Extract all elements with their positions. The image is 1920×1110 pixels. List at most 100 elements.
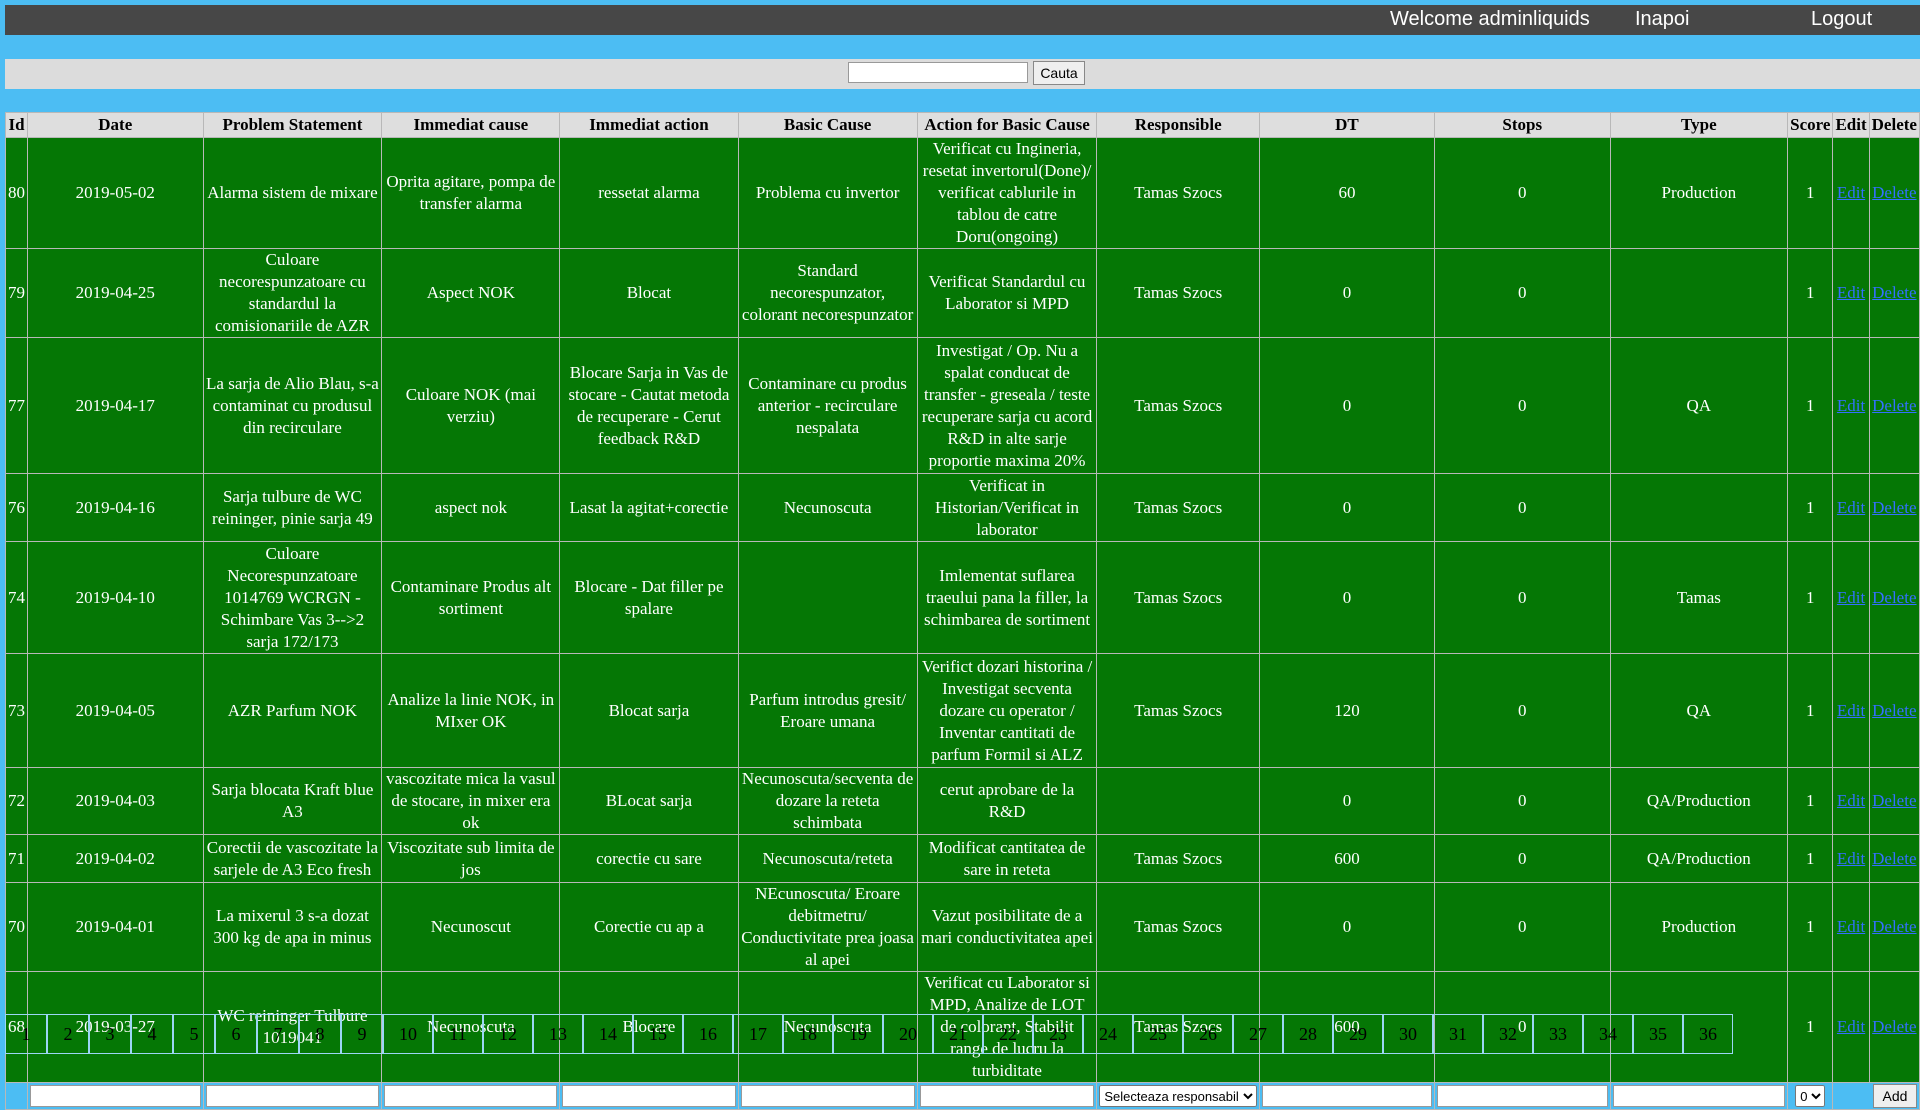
- cell-action: corectie cu sare: [559, 834, 739, 883]
- delete-link[interactable]: Delete: [1872, 283, 1916, 302]
- delete-link[interactable]: Delete: [1872, 791, 1916, 810]
- delete-link[interactable]: Delete: [1872, 183, 1916, 202]
- page-link[interactable]: 10: [383, 1014, 433, 1054]
- page-link[interactable]: 4: [131, 1014, 173, 1054]
- page-link[interactable]: 26: [1183, 1014, 1233, 1054]
- cell-problem: Alarma sistem de mixare: [202, 137, 383, 249]
- cell-id: 79: [5, 248, 28, 338]
- new-action-input[interactable]: [562, 1085, 736, 1108]
- page-link[interactable]: 1: [5, 1014, 47, 1054]
- page-link[interactable]: 12: [483, 1014, 533, 1054]
- page-link[interactable]: 9: [341, 1014, 383, 1054]
- new-stops-input[interactable]: [1437, 1085, 1608, 1108]
- edit-link[interactable]: Edit: [1837, 283, 1865, 302]
- delete-link[interactable]: Delete: [1872, 396, 1916, 415]
- edit-link[interactable]: Edit: [1837, 498, 1865, 517]
- cell-problem: AZR Parfum NOK: [202, 653, 383, 768]
- edit-link[interactable]: Edit: [1837, 1017, 1865, 1036]
- page-link[interactable]: 29: [1333, 1014, 1383, 1054]
- new-basic-action-input[interactable]: [919, 1085, 1095, 1108]
- cell-basic: Necunoscuta/secventa de dozare la reteta…: [737, 767, 918, 835]
- delete-link[interactable]: Delete: [1872, 588, 1916, 607]
- delete-link[interactable]: Delete: [1872, 1017, 1916, 1036]
- cell-stops: 0: [1434, 473, 1611, 542]
- page-link[interactable]: 2: [47, 1014, 89, 1054]
- page-link[interactable]: 28: [1283, 1014, 1333, 1054]
- table-row: 80 2019-05-02 Alarma sistem de mixare Oprit…: [5, 137, 1920, 249]
- page-link[interactable]: 18: [783, 1014, 833, 1054]
- cell-problem: La sarja de Alio Blau, s-a contaminat cu…: [202, 337, 383, 474]
- page-link[interactable]: 30: [1383, 1014, 1433, 1054]
- page-link[interactable]: 17: [733, 1014, 783, 1054]
- edit-link[interactable]: Edit: [1837, 588, 1865, 607]
- new-dt-input[interactable]: [1261, 1085, 1432, 1108]
- new-basic-cause-input[interactable]: [740, 1085, 915, 1108]
- edit-link[interactable]: Edit: [1837, 849, 1865, 868]
- new-date-input[interactable]: [30, 1085, 201, 1108]
- page-link[interactable]: 13: [533, 1014, 583, 1054]
- edit-link[interactable]: Edit: [1837, 701, 1865, 720]
- page-link[interactable]: 5: [173, 1014, 215, 1054]
- cell-action: Blocare Sarja in Vas de stocare - Cautat…: [559, 337, 739, 474]
- delete-link[interactable]: Delete: [1872, 701, 1916, 720]
- table-row: 76 2019-04-16 Sarja tulbure de WC reininge…: [5, 473, 1920, 542]
- page-link[interactable]: 16: [683, 1014, 733, 1054]
- page-link[interactable]: 35: [1633, 1014, 1683, 1054]
- page-link[interactable]: 8: [299, 1014, 341, 1054]
- page-link[interactable]: 34: [1583, 1014, 1633, 1054]
- edit-link[interactable]: Edit: [1837, 791, 1865, 810]
- new-cause-input[interactable]: [384, 1085, 558, 1108]
- delete-link[interactable]: Delete: [1872, 917, 1916, 936]
- cell-action: Lasat la agitat+corectie: [559, 473, 739, 542]
- table-row: 70 2019-04-01 La mixerul 3 s-a dozat 300 k…: [5, 882, 1920, 972]
- new-problem-input[interactable]: [205, 1085, 380, 1108]
- add-button[interactable]: Add: [1873, 1084, 1917, 1108]
- search-button[interactable]: Cauta: [1033, 61, 1085, 85]
- delete-link[interactable]: Delete: [1872, 849, 1916, 868]
- page-link[interactable]: 11: [433, 1014, 483, 1054]
- page-link[interactable]: 36: [1683, 1014, 1733, 1054]
- logout-link[interactable]: Logout: [1811, 8, 1872, 31]
- cell-basic: Necunoscuta/reteta: [737, 834, 918, 883]
- page-link[interactable]: 6: [215, 1014, 257, 1054]
- cell-date: 2019-04-03: [27, 767, 204, 835]
- table-row: 79 2019-04-25 Culoare necorespunzatoare cu…: [5, 248, 1920, 338]
- back-link[interactable]: Inapoi: [1635, 8, 1690, 31]
- page-link[interactable]: 7: [257, 1014, 299, 1054]
- edit-link[interactable]: Edit: [1837, 917, 1865, 936]
- cell-id: 73: [5, 653, 28, 768]
- page-link[interactable]: 23: [1033, 1014, 1083, 1054]
- page-link[interactable]: 33: [1533, 1014, 1583, 1054]
- cell-date: 2019-05-02: [27, 137, 204, 249]
- search-input[interactable]: [848, 62, 1028, 83]
- cell-dt: 0: [1258, 473, 1436, 542]
- page-link[interactable]: 19: [833, 1014, 883, 1054]
- score-select[interactable]: 0: [1795, 1085, 1826, 1108]
- page-link[interactable]: 14: [583, 1014, 633, 1054]
- page-link[interactable]: 21: [933, 1014, 983, 1054]
- page-link[interactable]: 20: [883, 1014, 933, 1054]
- cell-action: BLocat sarja: [559, 767, 739, 835]
- edit-link[interactable]: Edit: [1837, 396, 1865, 415]
- page-link[interactable]: 24: [1083, 1014, 1133, 1054]
- cell-type: QA/Production: [1609, 834, 1789, 883]
- page-link[interactable]: 3: [89, 1014, 131, 1054]
- cell-dt: 600: [1258, 834, 1436, 883]
- delete-link[interactable]: Delete: [1872, 498, 1916, 517]
- cell-cause: Contaminare Produs alt sortiment: [381, 541, 561, 654]
- cell-id: 80: [5, 137, 28, 249]
- page-link[interactable]: 22: [983, 1014, 1033, 1054]
- cell-type: QA: [1609, 653, 1789, 768]
- cell-cause: Analize la linie NOK, in MIxer OK: [381, 653, 561, 768]
- column-header: Type: [1609, 112, 1789, 138]
- responsible-select[interactable]: Selecteaza responsabil: [1099, 1085, 1257, 1108]
- page-link[interactable]: 32: [1483, 1014, 1533, 1054]
- page-link[interactable]: 27: [1233, 1014, 1283, 1054]
- cell-basic: Parfum introdus gresit/ Eroare umana: [737, 653, 918, 768]
- cell-score: 1: [1787, 248, 1834, 338]
- edit-link[interactable]: Edit: [1837, 183, 1865, 202]
- page-link[interactable]: 15: [633, 1014, 683, 1054]
- new-type-input[interactable]: [1612, 1085, 1786, 1108]
- page-link[interactable]: 31: [1433, 1014, 1483, 1054]
- page-link[interactable]: 25: [1133, 1014, 1183, 1054]
